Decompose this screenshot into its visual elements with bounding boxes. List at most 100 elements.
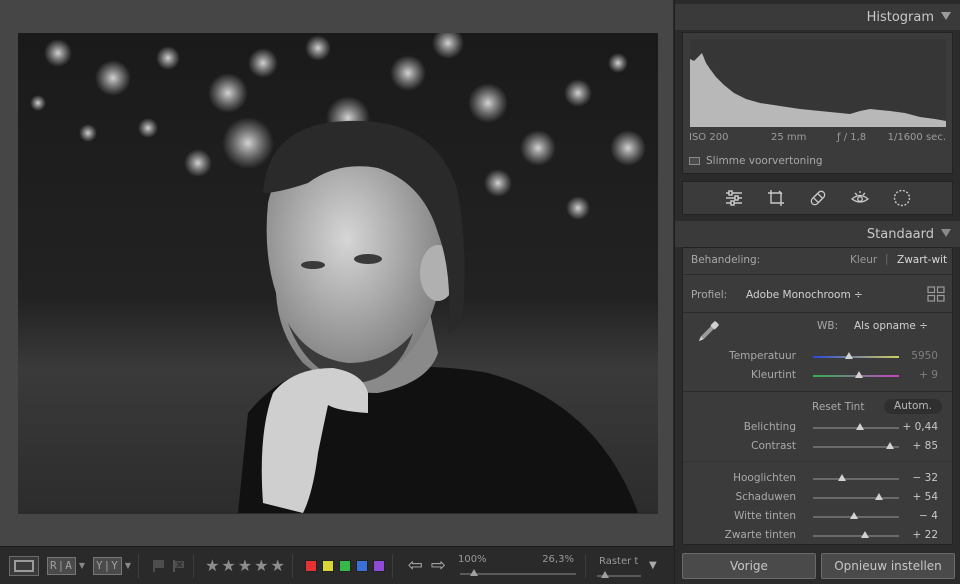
whites-value[interactable]: − 4 — [919, 510, 938, 522]
slider-knob[interactable] — [854, 371, 863, 378]
profile-browser-grid-icon[interactable] — [927, 286, 945, 302]
contrast-slider[interactable] — [813, 442, 899, 449]
histogram: ISO 200 25 mm ƒ / 1,8 1/1600 sec. Slimme… — [682, 32, 953, 174]
before-after-yy-button[interactable]: Y|Y — [93, 556, 122, 575]
color-label-purple[interactable] — [372, 559, 385, 572]
basic-title: Standaard — [866, 227, 934, 242]
whites-label: Witte tinten — [733, 510, 796, 522]
treatment-bw-option[interactable]: Zwart-wit — [897, 254, 947, 266]
tint-label: Kleurtint — [750, 369, 796, 381]
eyedropper-icon[interactable] — [693, 317, 723, 347]
exif-aperture: ƒ / 1,8 — [837, 132, 867, 143]
smart-preview-toggle[interactable]: Slimme voorvertoning — [689, 155, 823, 167]
highlights-value[interactable]: − 32 — [913, 472, 939, 484]
auto-button[interactable]: Autom. — [884, 399, 942, 414]
reset-tint-link[interactable]: Reset Tint — [812, 401, 864, 413]
color-label-green[interactable] — [338, 559, 351, 572]
portrait-photo[interactable] — [18, 33, 658, 514]
slider-knob[interactable] — [861, 531, 870, 538]
divider — [584, 553, 586, 578]
loupe-view-button[interactable] — [9, 555, 39, 576]
bottom-toolbar: R|A ▼ Y|Y ▼ ★ ★ ★ ★ ★ ⇦ ⇨ 100% 26,3% Ras… — [0, 546, 674, 584]
sliders-icon[interactable] — [724, 188, 744, 208]
smart-preview-icon — [689, 157, 700, 165]
divider — [391, 553, 393, 578]
previous-arrow-icon[interactable]: ⇦ — [408, 555, 423, 576]
wb-label: WB: — [817, 320, 839, 332]
slider-knob[interactable] — [838, 474, 847, 481]
color-label-yellow[interactable] — [321, 559, 334, 572]
red-eye-icon[interactable] — [850, 188, 870, 208]
slider-knob[interactable] — [845, 352, 854, 359]
wb-dropdown[interactable]: Als opname ÷ — [854, 320, 928, 332]
image-viewer — [0, 0, 674, 546]
divider — [683, 391, 952, 392]
star-icon[interactable]: ★ — [221, 557, 235, 574]
temperature-slider[interactable] — [813, 352, 899, 359]
reject-flag-icon[interactable] — [172, 559, 186, 573]
zoom-slider[interactable]: 100% 26,3% — [458, 551, 578, 581]
reset-button[interactable]: Opnieuw instellen — [821, 553, 955, 579]
next-arrow-icon[interactable]: ⇨ — [431, 555, 446, 576]
divider — [138, 553, 140, 578]
shadows-slider[interactable] — [813, 493, 899, 500]
zoom-fit-label: 100% — [457, 553, 487, 565]
raster-label: Raster t — [598, 555, 639, 567]
loupe-view-icon — [14, 559, 34, 572]
contrast-value[interactable]: + 85 — [913, 440, 939, 452]
flag-icon[interactable] — [152, 559, 166, 573]
treatment-label: Behandeling: — [691, 254, 761, 266]
healing-bandage-icon[interactable] — [808, 188, 828, 208]
whites-slider[interactable] — [813, 512, 899, 519]
slider-knob[interactable] — [875, 493, 884, 500]
color-label-red[interactable] — [304, 559, 317, 572]
divider — [683, 312, 952, 313]
star-icon[interactable]: ★ — [205, 557, 219, 574]
exposure-slider[interactable] — [813, 423, 899, 430]
exif-shutter: 1/1600 sec. — [887, 132, 946, 143]
before-after-button[interactable]: R|A — [47, 556, 76, 575]
star-icon[interactable]: ★ — [270, 557, 284, 574]
shadows-label: Schaduwen — [735, 491, 796, 503]
star-icon[interactable]: ★ — [254, 557, 268, 574]
slider-knob[interactable] — [850, 512, 859, 519]
blacks-value[interactable]: + 22 — [913, 529, 939, 541]
mask-circle-icon[interactable] — [892, 188, 912, 208]
histogram-header[interactable]: Histogram — [675, 4, 960, 30]
temperature-label: Temperatuur — [729, 350, 796, 362]
develop-panel: Histogram ISO 200 25 mm ƒ / 1,8 1/1600 s… — [675, 0, 960, 584]
blacks-slider[interactable] — [813, 531, 899, 538]
zoom-thumb[interactable] — [469, 568, 478, 576]
highlights-slider[interactable] — [813, 474, 899, 481]
temperature-value[interactable]: 5950 — [911, 350, 938, 362]
toolbar-menu-icon[interactable]: ▼ — [649, 560, 657, 571]
profile-label: Profiel: — [691, 289, 728, 301]
exposure-value[interactable]: + 0,44 — [902, 421, 938, 433]
collapse-triangle-icon[interactable] — [941, 229, 951, 237]
highlights-label: Hooglichten — [733, 472, 796, 484]
profile-dropdown[interactable]: Adobe Monochroom ÷ — [746, 289, 863, 301]
shadows-value[interactable]: + 54 — [913, 491, 939, 503]
chevron-down-icon[interactable]: ▼ — [125, 561, 131, 570]
divider — [193, 553, 195, 578]
slider-knob[interactable] — [886, 442, 895, 449]
star-rating[interactable]: ★ ★ ★ ★ ★ — [205, 557, 285, 574]
previous-button[interactable]: Vorige — [682, 553, 816, 579]
star-icon[interactable]: ★ — [238, 557, 252, 574]
chevron-down-icon[interactable]: ▼ — [79, 561, 85, 570]
divider — [291, 553, 293, 578]
slider-knob[interactable] — [856, 423, 865, 430]
exif-iso: ISO 200 — [689, 132, 729, 143]
basic-header[interactable]: Standaard — [675, 221, 960, 247]
treatment-color-option[interactable]: Kleur — [850, 254, 877, 266]
tint-slider[interactable] — [813, 371, 899, 378]
tint-value[interactable]: + 9 — [919, 369, 938, 381]
tool-strip — [682, 181, 953, 215]
basic-panel: Behandeling: Kleur | Zwart-wit Profiel: … — [682, 247, 953, 545]
crop-icon[interactable] — [766, 188, 786, 208]
divider — [683, 461, 952, 462]
raster-thumb[interactable] — [601, 570, 610, 578]
collapse-triangle-icon[interactable] — [941, 12, 951, 20]
raster-slider[interactable]: Raster t — [596, 551, 641, 581]
color-label-blue[interactable] — [355, 559, 368, 572]
